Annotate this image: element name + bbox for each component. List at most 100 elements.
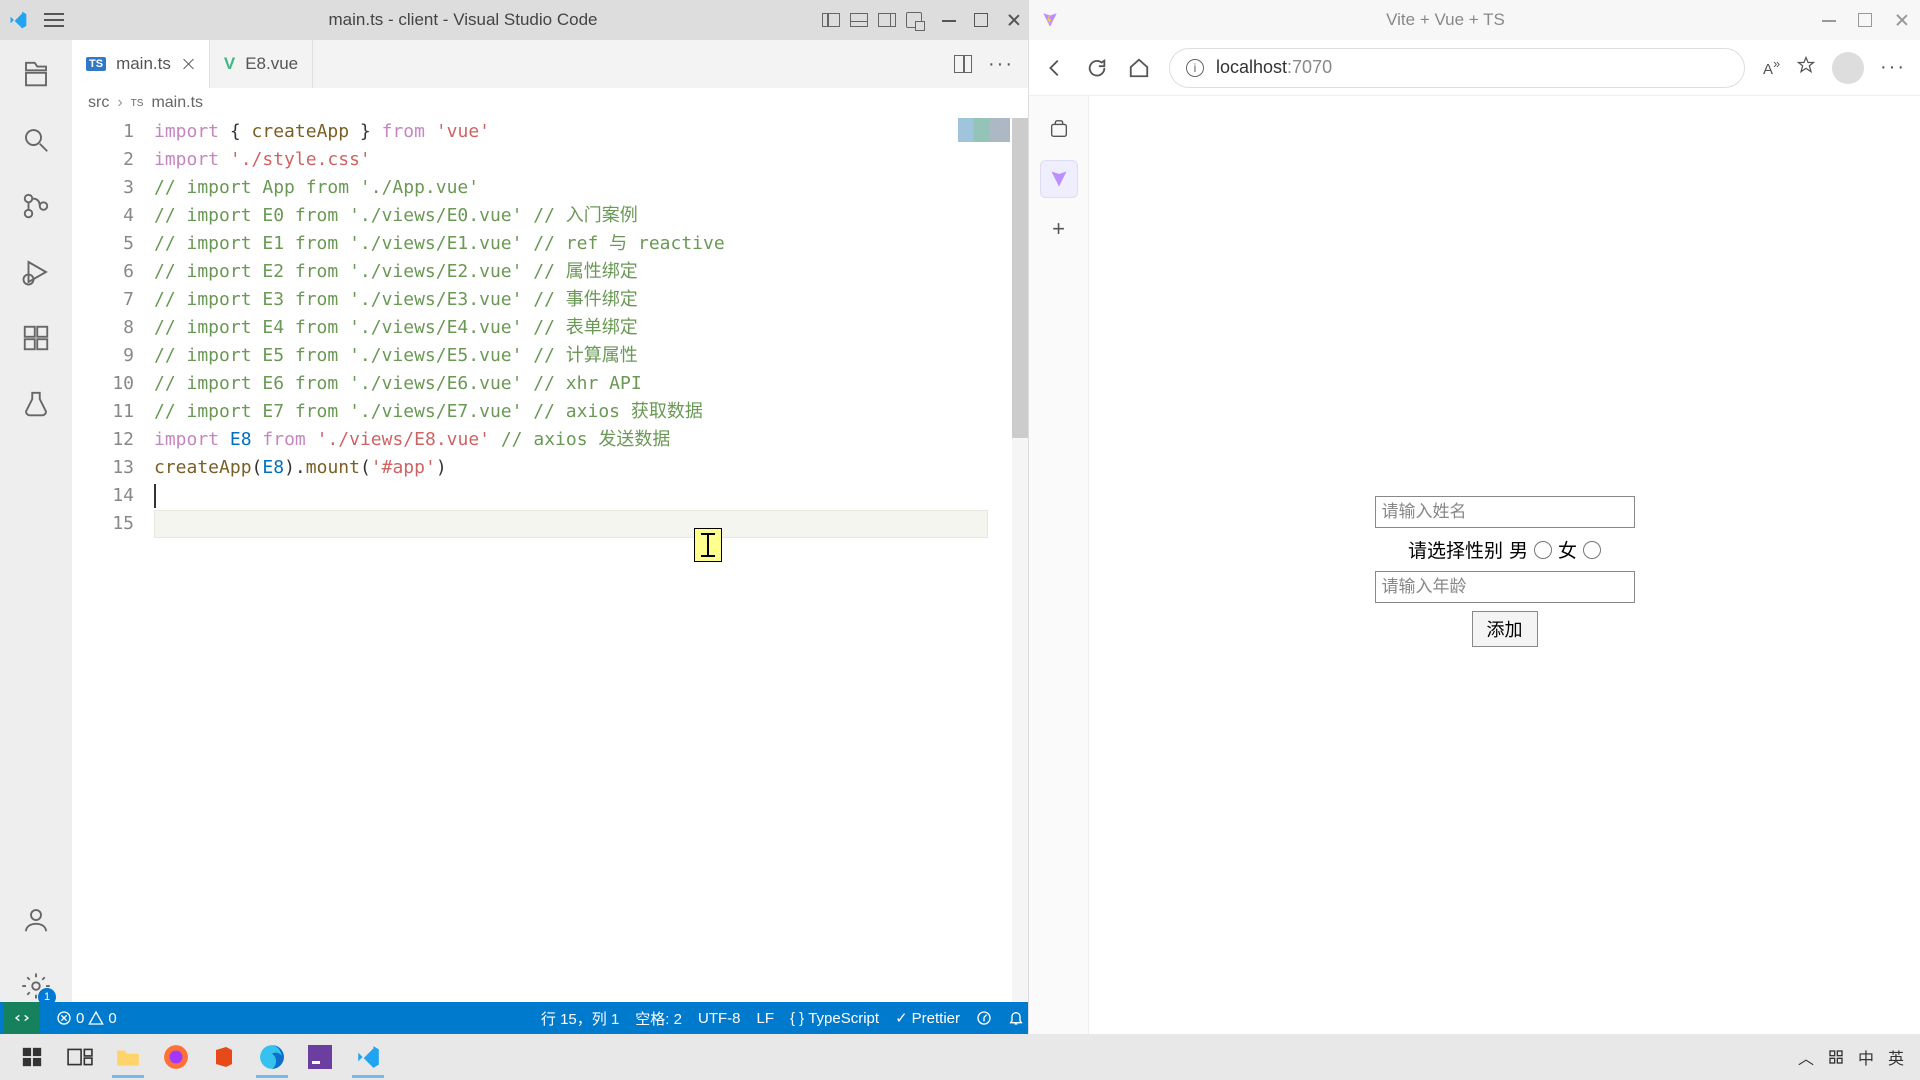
tray-chevron-icon[interactable]: ︿ (1798, 1045, 1814, 1069)
male-radio[interactable] (1534, 541, 1552, 559)
panel-bottom-icon[interactable] (850, 13, 868, 27)
breadcrumb-folder: src (88, 94, 109, 112)
sidebar-add-icon[interactable]: + (1040, 210, 1078, 248)
ime-indicator-1[interactable]: 中 (1858, 1045, 1874, 1069)
feedback-icon[interactable] (976, 1010, 992, 1026)
profile-icon[interactable] (1832, 52, 1864, 84)
home-icon[interactable] (1127, 56, 1151, 80)
edge-icon[interactable] (248, 1036, 296, 1078)
extensions-icon[interactable] (20, 322, 52, 354)
close-icon[interactable] (1894, 13, 1908, 27)
favorite-icon[interactable] (1796, 55, 1816, 80)
code-editor[interactable]: 123456789101112131415 import { createApp… (72, 118, 1028, 1002)
page-content: 请选择性别 男 女 添加 (1089, 96, 1920, 1034)
tab-main-ts[interactable]: TS main.ts (72, 40, 210, 88)
user-form: 请选择性别 男 女 添加 (1375, 496, 1635, 647)
file-explorer-icon[interactable] (104, 1036, 152, 1078)
site-info-icon[interactable]: i (1186, 59, 1204, 77)
testing-icon[interactable] (20, 388, 52, 420)
maximize-icon[interactable] (974, 13, 988, 27)
minimap[interactable] (958, 118, 1010, 142)
back-icon[interactable] (1043, 56, 1067, 80)
start-button[interactable] (8, 1036, 56, 1078)
url-port: :7070 (1287, 57, 1332, 77)
male-label: 男 (1509, 536, 1528, 563)
ime-indicator-2[interactable]: 英 (1888, 1045, 1904, 1069)
menu-icon[interactable] (44, 13, 64, 27)
vscode-taskbar-icon[interactable] (344, 1036, 392, 1078)
gender-label: 请选择性别 (1408, 536, 1503, 563)
url-host: localhost (1216, 57, 1287, 77)
browser-toolbar: i localhost:7070 A» ··· (1029, 40, 1920, 96)
female-radio[interactable] (1583, 541, 1601, 559)
close-icon[interactable] (1006, 13, 1020, 27)
maximize-icon[interactable] (1858, 13, 1872, 27)
problems-indicator[interactable]: 0 0 (56, 1010, 117, 1027)
firefox-icon[interactable] (152, 1036, 200, 1078)
prettier-status[interactable]: ✓ Prettier (895, 1009, 960, 1027)
more-actions-icon[interactable]: ··· (988, 53, 1014, 76)
cursor-position[interactable]: 行 15，列 1 (541, 1008, 619, 1029)
office-icon[interactable] (200, 1036, 248, 1078)
browser-sidebar: + (1029, 96, 1089, 1034)
browser-title: Vite + Vue + TS (1069, 10, 1822, 30)
tray-grid-icon[interactable] (1828, 1049, 1844, 1065)
remote-indicator[interactable] (4, 1002, 40, 1034)
reload-icon[interactable] (1085, 56, 1109, 80)
tab-e8-vue[interactable]: V E8.vue (210, 40, 313, 88)
window-title: main.ts - client - Visual Studio Code (104, 10, 822, 30)
address-bar[interactable]: i localhost:7070 (1169, 48, 1745, 88)
browser-window: Vite + Vue + TS i localhost:7070 A» ··· … (1028, 0, 1920, 1034)
panel-left-icon[interactable] (822, 13, 840, 27)
female-label: 女 (1558, 536, 1577, 563)
source-control-icon[interactable] (20, 190, 52, 222)
chevron-right-icon: › (117, 94, 122, 112)
customize-layout-icon[interactable] (906, 12, 922, 28)
minimize-icon[interactable] (942, 13, 956, 27)
eol[interactable]: LF (756, 1010, 774, 1027)
task-view-icon[interactable] (56, 1036, 104, 1078)
vscode-logo-icon (8, 10, 28, 30)
settings-icon[interactable]: 1 (20, 970, 52, 1002)
encoding[interactable]: UTF-8 (698, 1010, 741, 1027)
vue-icon: V (224, 54, 235, 74)
scrollbar[interactable] (1012, 118, 1028, 1002)
explorer-icon[interactable] (20, 58, 52, 90)
status-bar: 0 0 行 15，列 1 空格: 2 UTF-8 LF { } TypeScri… (0, 1002, 1028, 1034)
vscode-titlebar: main.ts - client - Visual Studio Code (0, 0, 1028, 40)
gender-row: 请选择性别 男 女 (1408, 536, 1601, 563)
browser-titlebar: Vite + Vue + TS (1029, 0, 1920, 40)
read-aloud-icon[interactable]: A» (1763, 57, 1780, 78)
name-input[interactable] (1375, 496, 1635, 528)
typescript-icon: TS (131, 98, 144, 109)
indentation[interactable]: 空格: 2 (635, 1008, 682, 1029)
breadcrumb[interactable]: src › TS main.ts (72, 88, 1028, 118)
tab-bar: TS main.ts V E8.vue ··· (72, 40, 1028, 88)
language-mode[interactable]: { } TypeScript (790, 1010, 879, 1027)
text-cursor-icon (694, 528, 722, 562)
windows-taskbar: ︿ 中 英 (0, 1034, 1920, 1080)
submit-button[interactable]: 添加 (1472, 611, 1538, 647)
more-icon[interactable]: ··· (1880, 56, 1906, 79)
account-icon[interactable] (20, 904, 52, 936)
tab-label: main.ts (116, 54, 171, 74)
sidebar-vite-icon[interactable] (1040, 160, 1078, 198)
sidebar-toolbox-icon[interactable] (1040, 110, 1078, 148)
bell-icon[interactable] (1008, 1010, 1024, 1026)
tab-label: E8.vue (245, 54, 298, 74)
typescript-icon: TS (86, 57, 106, 71)
panel-right-icon[interactable] (878, 13, 896, 27)
settings-badge: 1 (38, 988, 56, 1006)
age-input[interactable] (1375, 571, 1635, 603)
tab-close-icon[interactable] (181, 57, 195, 71)
search-icon[interactable] (20, 124, 52, 156)
minimize-icon[interactable] (1822, 13, 1836, 27)
breadcrumb-file: main.ts (151, 94, 203, 112)
intellij-icon[interactable] (296, 1036, 344, 1078)
activity-bar: 1 (0, 40, 72, 1002)
system-tray[interactable]: ︿ 中 英 (1798, 1045, 1912, 1069)
vscode-window: main.ts - client - Visual Studio Code 1 (0, 0, 1028, 1034)
split-editor-icon[interactable] (954, 55, 972, 73)
debug-icon[interactable] (20, 256, 52, 288)
vite-logo-icon (1041, 11, 1059, 29)
